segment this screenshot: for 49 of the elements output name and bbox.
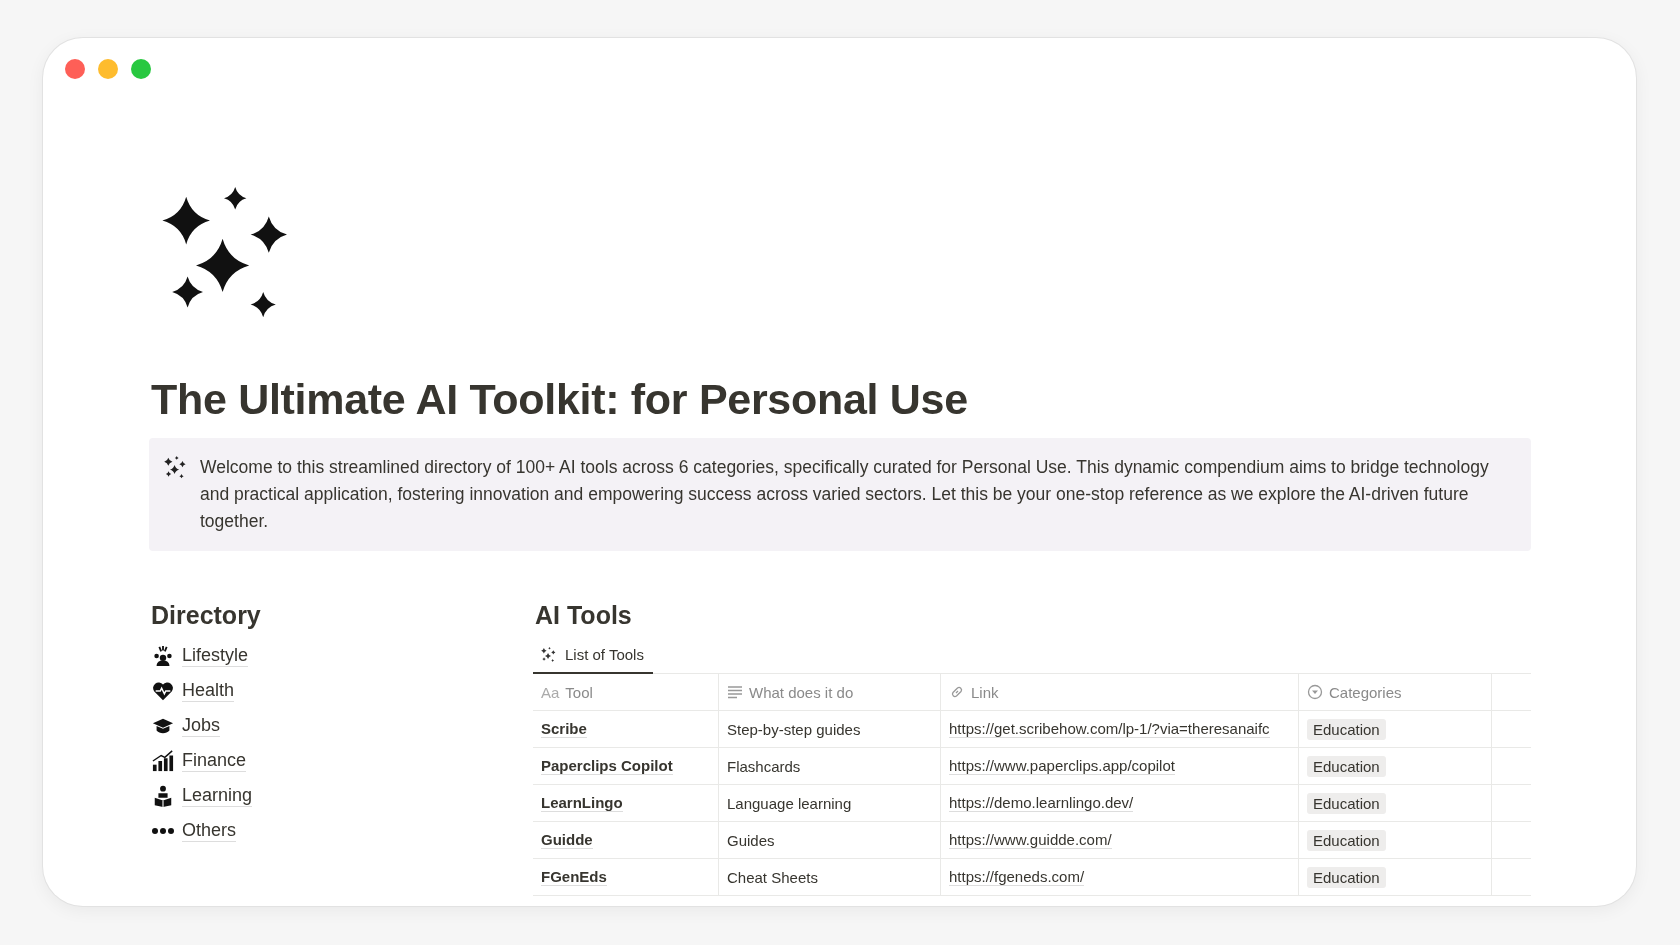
callout-text: Welcome to this streamlined directory of 100+ AI tools across 6 categories, specifically curated for Personal Use. This dynamic compendium aims to bridge technology and practical application, fostering innovation and empowering success across varied sectors. Let this be your one-stop reference as we explore the AI-driven future together. <box>200 456 1490 533</box>
category-tag: Education <box>1307 866 1386 888</box>
tool-name-link[interactable]: FGenEds <box>541 868 607 886</box>
person-reading-icon <box>152 784 174 807</box>
page-link[interactable]: Jobs <box>182 714 221 737</box>
url-link[interactable]: https://www.guidde.com/ <box>949 831 1112 849</box>
url-link[interactable]: https://fgeneds.com/ <box>949 868 1085 886</box>
heart-pulse-icon <box>152 679 174 702</box>
section-heading: AI Tools <box>535 601 633 630</box>
column-header[interactable]: Categories <box>1299 674 1492 710</box>
url-link[interactable]: https://demo.learnlingo.dev/ <box>949 794 1134 812</box>
tool-name-link[interactable]: Guidde <box>541 831 593 849</box>
tool-name-link[interactable]: LearnLingo <box>541 794 623 812</box>
maximize-button[interactable] <box>131 59 151 79</box>
url-link[interactable]: https://get.scribehow.com/lp-1/?via=theresanaifc <box>949 720 1270 738</box>
people-icon <box>152 644 174 667</box>
dropdown-icon <box>1307 684 1323 700</box>
tool-name-link[interactable]: Paperclips Copilot <box>541 757 673 775</box>
table-cell: Step-by-step guides <box>719 711 941 747</box>
table-cell: Language learning <box>719 785 941 821</box>
column-header[interactable]: What does it do <box>719 674 941 710</box>
category-tag: Education <box>1307 755 1386 777</box>
table-cell: Flashcards <box>719 748 941 784</box>
page-link[interactable]: Others <box>182 819 237 842</box>
page-link[interactable]: Finance <box>182 749 247 772</box>
table-cell: Cheat Sheets <box>719 859 941 895</box>
section-heading: Directory <box>151 601 262 630</box>
view-tab[interactable]: List of Tools <box>533 638 653 674</box>
page-link[interactable]: Learning <box>182 784 253 807</box>
minimize-button[interactable] <box>98 59 118 79</box>
sparkles-icon <box>164 456 188 480</box>
category-tag: Education <box>1307 718 1386 740</box>
page-link[interactable]: Lifestyle <box>182 644 249 667</box>
url-link[interactable]: https://www.paperclips.app/copilot <box>949 757 1175 775</box>
category-tag: Education <box>1307 792 1386 814</box>
tool-name-link[interactable]: Scribe <box>541 720 587 738</box>
close-button[interactable] <box>65 59 85 79</box>
column-header[interactable]: Aa Tool <box>533 674 719 710</box>
sparkles-icon <box>541 646 557 663</box>
column-header[interactable]: Link <box>941 674 1299 710</box>
more-icon <box>152 827 174 834</box>
link-icon <box>949 684 965 700</box>
text-type-icon: Aa <box>541 683 560 701</box>
page-link[interactable]: Health <box>182 679 235 702</box>
table-cell: Guides <box>719 822 941 858</box>
category-tag: Education <box>1307 829 1386 851</box>
lines-icon <box>727 684 743 700</box>
bar-chart-icon <box>152 749 174 772</box>
page-title: The Ultimate AI Toolkit: for Personal Use <box>151 375 969 424</box>
